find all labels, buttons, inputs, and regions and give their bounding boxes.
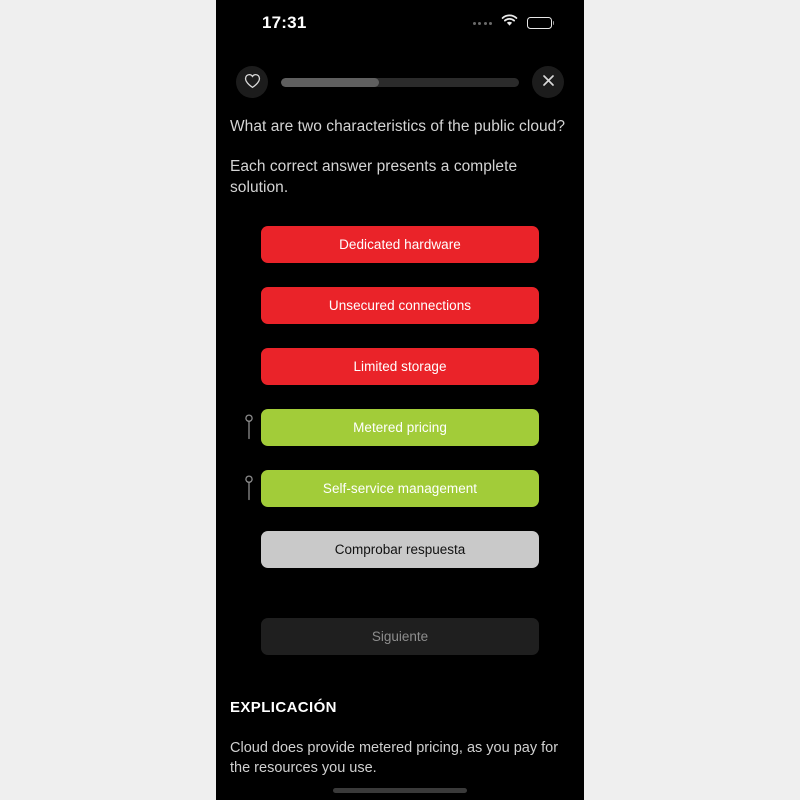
status-time: 17:31 bbox=[262, 13, 307, 32]
progress-bar-fill bbox=[281, 77, 379, 87]
answer-option-button[interactable]: Dedicated hardware bbox=[261, 226, 539, 263]
top-toolbar bbox=[216, 64, 584, 100]
pin-marker-icon bbox=[243, 475, 255, 502]
check-answer-button[interactable]: Comprobar respuesta bbox=[261, 531, 539, 568]
answer-option-button[interactable]: Unsecured connections bbox=[261, 287, 539, 324]
action-buttons: Comprobar respuesta Siguiente bbox=[216, 531, 584, 655]
signal-dots-icon bbox=[472, 21, 492, 25]
answer-option-button[interactable]: Self-service management bbox=[261, 470, 539, 507]
screenshot-stage: 17:31 What are two characteristics of th… bbox=[0, 0, 800, 800]
home-indicator bbox=[333, 788, 467, 793]
status-indicators bbox=[472, 14, 555, 32]
progress-bar[interactable] bbox=[281, 77, 519, 87]
explanation-section: EXPLICACIÓN Cloud does provide metered p… bbox=[216, 699, 584, 778]
answer-option-row: Dedicated hardware bbox=[230, 226, 570, 263]
answer-options-list: Dedicated hardware Unsecured connections… bbox=[216, 226, 584, 507]
phone-screen: 17:31 What are two characteristics of th… bbox=[216, 0, 584, 800]
answer-option-row: Self-service management bbox=[230, 470, 570, 507]
question-text: What are two characteristics of the publ… bbox=[230, 118, 565, 135]
answer-option-button[interactable]: Limited storage bbox=[261, 348, 539, 385]
explanation-body: Cloud does provide metered pricing, as y… bbox=[230, 740, 559, 776]
favorite-button[interactable] bbox=[236, 66, 268, 98]
answer-option-button[interactable]: Metered pricing bbox=[261, 409, 539, 446]
close-icon bbox=[541, 73, 556, 91]
explanation-title: EXPLICACIÓN bbox=[230, 699, 337, 716]
quiz-content: What are two characteristics of the publ… bbox=[216, 104, 584, 778]
answer-option-row: Limited storage bbox=[230, 348, 570, 385]
battery-icon bbox=[527, 17, 555, 29]
question-instruction: Each correct answer presents a complete … bbox=[230, 158, 518, 196]
next-button[interactable]: Siguiente bbox=[261, 618, 539, 655]
question-block: What are two characteristics of the publ… bbox=[216, 104, 584, 198]
close-button[interactable] bbox=[532, 66, 564, 98]
heart-icon bbox=[244, 73, 261, 92]
status-bar: 17:31 bbox=[216, 0, 584, 46]
answer-option-row: Metered pricing bbox=[230, 409, 570, 446]
answer-option-row: Unsecured connections bbox=[230, 287, 570, 324]
pin-marker-icon bbox=[243, 414, 255, 441]
wifi-icon bbox=[501, 14, 518, 32]
